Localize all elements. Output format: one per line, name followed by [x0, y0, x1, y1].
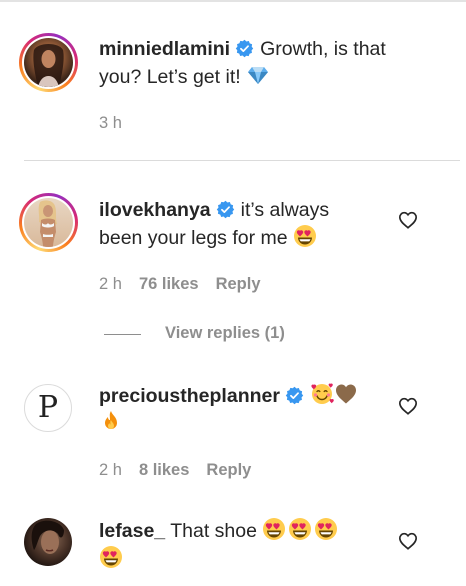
verified-badge-icon	[216, 200, 235, 219]
top-border	[0, 0, 466, 2]
comment-text-line1: it’s always	[240, 199, 330, 221]
gem-icon	[246, 63, 270, 87]
comment-text-line1: That shoe	[170, 520, 257, 542]
heart-eyes-emoji-icon	[288, 517, 312, 541]
avatar[interactable]: P	[24, 384, 72, 432]
username[interactable]: ilovekhanya	[99, 199, 211, 221]
comment-meta: 2 h 8 likes Reply	[99, 461, 268, 480]
likes-count[interactable]: 8 likes	[139, 461, 189, 479]
heart-eyes-emoji-icon	[99, 545, 123, 569]
timestamp: 2 h	[99, 461, 122, 479]
heart-eyes-emoji-icon	[262, 517, 286, 541]
username[interactable]: precioustheplanner	[99, 385, 280, 407]
reply-button[interactable]: Reply	[216, 275, 261, 293]
comment-text-line2: been your legs for me	[99, 227, 288, 249]
view-replies-line	[104, 334, 141, 335]
view-replies-button[interactable]: View replies (1)	[165, 324, 285, 343]
heart-eyes-emoji-icon	[314, 517, 338, 541]
comment-body: ilovekhanya it’s always been your legs fo…	[99, 196, 399, 252]
likes-count[interactable]: 76 likes	[139, 275, 199, 293]
verified-badge-icon	[235, 39, 254, 58]
comment-body: minniedlamini Growth, is that you? Let’s …	[99, 35, 419, 91]
comment-meta: 3 h	[99, 114, 139, 133]
username[interactable]: lefase_	[99, 520, 165, 542]
avatar[interactable]	[24, 518, 72, 566]
avatar-letter: P	[37, 390, 59, 425]
like-heart-icon[interactable]	[398, 532, 418, 550]
username[interactable]: minniedlamini	[99, 38, 230, 60]
timestamp: 2 h	[99, 275, 122, 293]
reply-button[interactable]: Reply	[206, 461, 251, 479]
timestamp: 3 h	[99, 114, 122, 132]
smiling-hearts-emoji-icon	[310, 382, 334, 406]
fire-emoji-icon	[99, 410, 123, 434]
comment-body: lefase_ That shoe	[99, 517, 389, 573]
verified-badge-icon	[285, 386, 304, 405]
brown-heart-emoji-icon	[334, 382, 358, 406]
divider	[24, 160, 460, 161]
like-heart-icon[interactable]	[398, 211, 418, 229]
comment-text-line2: you? Let’s get it!	[99, 66, 241, 88]
comment-text-line1: Growth, is that	[260, 38, 386, 60]
comment-meta: 2 h 76 likes Reply	[99, 275, 278, 294]
story-ring[interactable]	[19, 33, 78, 92]
like-heart-icon[interactable]	[398, 397, 418, 415]
avatar[interactable]	[24, 38, 73, 87]
avatar[interactable]	[24, 198, 73, 247]
story-ring[interactable]	[19, 193, 78, 252]
comment-body: precioustheplanner	[99, 382, 389, 438]
heart-eyes-emoji-icon	[293, 224, 317, 248]
